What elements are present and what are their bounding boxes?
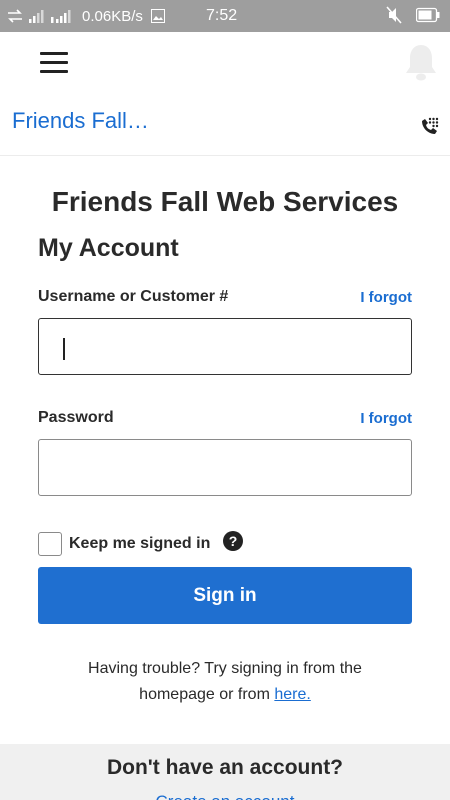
data-transfer-icon — [8, 9, 22, 23]
image-notification-icon — [150, 9, 165, 23]
password-forgot-link[interactable]: I forgot — [360, 410, 412, 427]
password-input[interactable] — [38, 439, 412, 496]
phone-keypad-icon[interactable] — [420, 116, 440, 136]
keep-signed-in-label: Keep me signed in — [69, 535, 211, 552]
create-account-link[interactable]: Create an account — [0, 792, 450, 800]
battery-icon — [416, 7, 440, 23]
password-label: Password — [38, 409, 114, 426]
trouble-text: Having trouble? Try signing in from the … — [50, 656, 400, 708]
mute-icon — [386, 6, 402, 24]
brand-link[interactable]: Friends Fall… — [12, 108, 149, 134]
text-caret — [63, 338, 65, 360]
hamburger-icon[interactable] — [40, 52, 68, 74]
site-title: Friends Fall Web Services — [51, 186, 399, 217]
keep-signed-in-checkbox[interactable] — [38, 532, 62, 556]
username-input[interactable] — [38, 318, 412, 375]
app-header: Friends Fall… — [0, 32, 450, 156]
bell-icon[interactable] — [402, 42, 440, 82]
sim2-signal-icon — [51, 10, 71, 23]
status-icons-left: 0.06KB/s — [0, 8, 165, 25]
trouble-message: Having trouble? Try signing in from the … — [88, 660, 362, 703]
create-account-panel: Don't have an account? Create an account — [0, 744, 450, 800]
username-forgot-link[interactable]: I forgot — [360, 289, 412, 306]
question-circle-icon[interactable]: ? — [223, 531, 243, 551]
status-icons-right — [386, 6, 440, 24]
network-speed: 0.06KB/s — [82, 7, 143, 25]
no-account-title: Don't have an account? — [106, 756, 344, 779]
status-bar: 0.06KB/s 7:52 — [0, 0, 450, 32]
sign-in-button[interactable]: Sign in — [38, 567, 412, 624]
trouble-here-link[interactable]: here. — [274, 686, 310, 703]
status-time: 7:52 — [206, 7, 238, 24]
username-label: Username or Customer # — [38, 288, 229, 305]
section-title: My Account — [38, 234, 179, 262]
signal-icon — [29, 10, 44, 23]
